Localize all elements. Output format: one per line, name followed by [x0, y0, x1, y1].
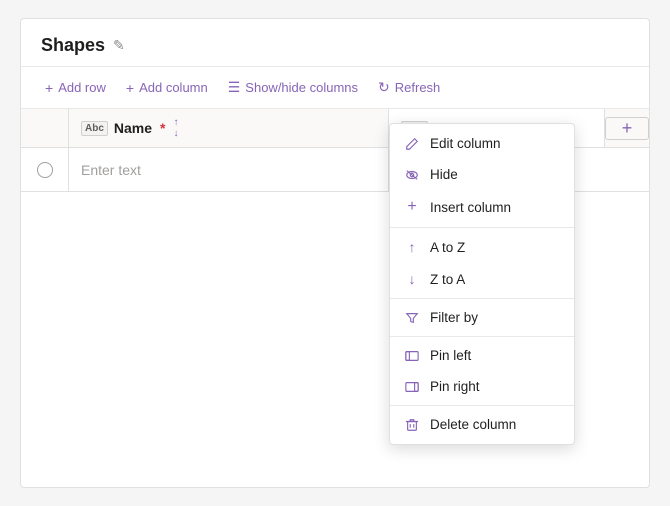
name-abc-badge: Abc	[81, 121, 108, 136]
menu-item-hide[interactable]: Hide	[390, 159, 574, 190]
required-star: *	[160, 120, 165, 136]
edit-icon[interactable]: ✎	[113, 37, 125, 54]
menu-item-a-to-z-label: A to Z	[430, 240, 465, 255]
add-column-icon: +	[126, 80, 134, 96]
refresh-button[interactable]: ↻ Refresh	[370, 75, 448, 100]
main-container: Shapes ✎ + Add row + Add column ☰ Show/h…	[20, 18, 650, 488]
name-col-label: Name	[114, 120, 152, 136]
menu-item-pin-right[interactable]: Pin right	[390, 371, 574, 402]
add-column-header-cell[interactable]: +	[605, 109, 649, 147]
add-row-button[interactable]: + Add row	[37, 76, 114, 100]
add-column-label: Add column	[139, 80, 208, 95]
pin-right-icon	[404, 380, 420, 394]
add-row-label: Add row	[58, 80, 106, 95]
sort-icons: ↑ ↓	[174, 117, 179, 139]
show-hide-icon: ☰	[228, 79, 241, 96]
menu-item-insert-column-label: Insert column	[430, 200, 511, 215]
hide-icon	[404, 168, 420, 182]
name-cell[interactable]: Enter text	[69, 148, 389, 191]
column-dropdown-menu: Edit column Hide + Insert column ↑ A to …	[389, 123, 575, 445]
menu-item-pin-left-label: Pin left	[430, 348, 471, 363]
sort-down-icon: ↓	[174, 128, 179, 139]
menu-item-edit-column[interactable]: Edit column	[390, 128, 574, 159]
show-hide-columns-button[interactable]: ☰ Show/hide columns	[220, 75, 366, 100]
add-column-header-button[interactable]: +	[605, 117, 649, 140]
menu-separator-4	[390, 405, 574, 406]
menu-item-edit-column-label: Edit column	[430, 136, 501, 151]
header: Shapes ✎	[21, 19, 649, 67]
name-column-header[interactable]: Abc Name * ↑ ↓	[69, 109, 389, 147]
delete-column-icon	[404, 418, 420, 432]
z-to-a-icon: ↓	[404, 271, 420, 287]
menu-separator-3	[390, 336, 574, 337]
menu-separator-2	[390, 298, 574, 299]
menu-item-hide-label: Hide	[430, 167, 458, 182]
sort-up-icon: ↑	[174, 117, 179, 128]
header-checkbox-cell	[21, 109, 69, 147]
edit-column-icon	[404, 137, 420, 151]
name-input-placeholder: Enter text	[81, 162, 141, 178]
add-column-button[interactable]: + Add column	[118, 76, 216, 100]
insert-column-icon: +	[404, 198, 420, 216]
toolbar: + Add row + Add column ☰ Show/hide colum…	[21, 67, 649, 109]
pin-left-icon	[404, 349, 420, 363]
menu-item-a-to-z[interactable]: ↑ A to Z	[390, 231, 574, 263]
menu-separator-1	[390, 227, 574, 228]
menu-item-pin-right-label: Pin right	[430, 379, 480, 394]
menu-item-z-to-a[interactable]: ↓ Z to A	[390, 263, 574, 295]
menu-item-delete-column[interactable]: Delete column	[390, 409, 574, 440]
menu-item-filter-by[interactable]: Filter by	[390, 302, 574, 333]
add-row-icon: +	[45, 80, 53, 96]
row-checkbox-cell[interactable]	[21, 148, 69, 191]
menu-item-pin-left[interactable]: Pin left	[390, 340, 574, 371]
show-hide-label: Show/hide columns	[245, 80, 358, 95]
menu-item-z-to-a-label: Z to A	[430, 272, 465, 287]
refresh-icon: ↻	[378, 79, 390, 96]
row-radio-button[interactable]	[37, 162, 53, 178]
page-title: Shapes	[41, 35, 105, 56]
menu-item-filter-by-label: Filter by	[430, 310, 478, 325]
a-to-z-icon: ↑	[404, 239, 420, 255]
filter-by-icon	[404, 311, 420, 325]
menu-item-delete-column-label: Delete column	[430, 417, 516, 432]
refresh-label: Refresh	[395, 80, 441, 95]
menu-item-insert-column[interactable]: + Insert column	[390, 190, 574, 224]
